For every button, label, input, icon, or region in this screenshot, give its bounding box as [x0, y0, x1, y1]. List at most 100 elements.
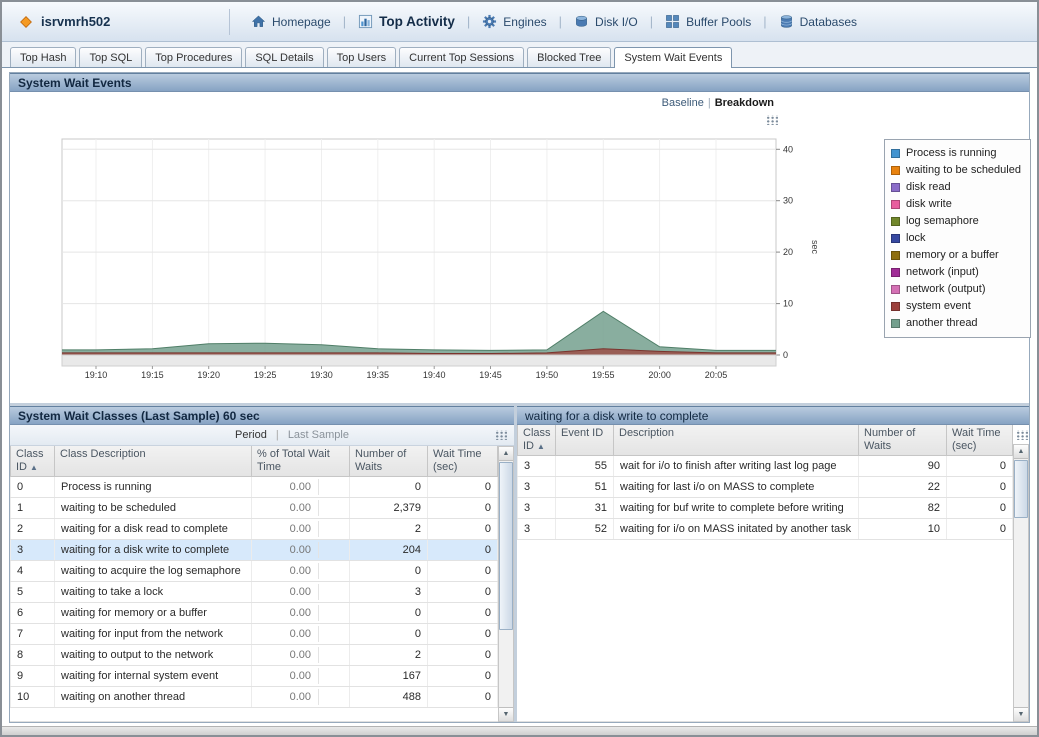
cell: 51	[556, 477, 614, 498]
table-row[interactable]: 351waiting for last i/o on MASS to compl…	[518, 477, 1013, 498]
cell: 0	[428, 645, 498, 666]
svg-text:19:15: 19:15	[141, 370, 164, 380]
scrollbar-track[interactable]	[1014, 459, 1028, 707]
legend-color-swatch	[891, 285, 900, 294]
cell: 0	[428, 561, 498, 582]
column-header-of-total-wait-time[interactable]: % of Total Wait Time	[252, 446, 350, 477]
column-header-wait-time-sec[interactable]: Wait Time (sec)	[428, 446, 498, 477]
tab-top-users[interactable]: Top Users	[327, 47, 397, 67]
tab-system-wait-events[interactable]: System Wait Events	[614, 47, 732, 68]
tab-top-sql[interactable]: Top SQL	[79, 47, 142, 67]
column-header-class-id[interactable]: Class ID▲	[518, 425, 556, 456]
scrollbar-track[interactable]	[499, 461, 513, 707]
vertical-scrollbar[interactable]: ▲ ▼	[1013, 444, 1029, 722]
column-header-number-of-waits[interactable]: Number of Waits	[350, 446, 428, 477]
scrollbar-thumb[interactable]	[1014, 460, 1028, 518]
cell: 0.00	[252, 477, 350, 498]
wait-events-area-chart: 010203040sec19:1019:1519:2019:2519:3019:…	[60, 125, 842, 387]
cell: 2	[11, 519, 55, 540]
nav-item-buffer-pools[interactable]: Buffer Pools	[654, 12, 762, 32]
table-row[interactable]: 0Process is running0.0000	[11, 477, 498, 498]
nav-item-top-activity[interactable]: Top Activity	[347, 12, 466, 32]
table-row[interactable]: 355wait for i/o to finish after writing …	[518, 456, 1013, 477]
svg-text:30: 30	[783, 196, 793, 206]
column-header-class-id[interactable]: Class ID▲	[11, 446, 55, 477]
scroll-down-button[interactable]: ▼	[499, 707, 513, 721]
legend-color-swatch	[891, 183, 900, 192]
vertical-scrollbar[interactable]: ▲ ▼	[498, 446, 514, 722]
table-options-icon[interactable]	[494, 430, 507, 440]
svg-text:sec: sec	[810, 240, 820, 255]
table-row[interactable]: 1waiting to be scheduled0.002,3790	[11, 498, 498, 519]
nav-item-label: Disk I/O	[595, 15, 638, 29]
legend-label: network (output)	[906, 281, 985, 298]
cell: 3	[518, 456, 556, 477]
cell: 0.00	[252, 666, 350, 687]
wait-events-table-area: Class ID▲Event IDDescriptionNumber of Wa…	[517, 425, 1029, 722]
wait-events-detail-panel: waiting for a disk write to complete Cla…	[517, 406, 1029, 722]
wait-classes-panel-header: System Wait Classes (Last Sample) 60 sec	[10, 406, 514, 425]
legend-color-swatch	[891, 217, 900, 226]
table-row[interactable]: 8waiting to output to the network0.0020	[11, 645, 498, 666]
scroll-down-button[interactable]: ▼	[1014, 707, 1028, 721]
table-row[interactable]: 4waiting to acquire the log semaphore0.0…	[11, 561, 498, 582]
tab-top-hash[interactable]: Top Hash	[10, 47, 76, 67]
scrollbar-column: ▲ ▼	[1013, 425, 1029, 722]
column-header-class-description[interactable]: Class Description	[55, 446, 252, 477]
scroll-up-button[interactable]: ▲	[1014, 445, 1028, 459]
tab-current-top-sessions[interactable]: Current Top Sessions	[399, 47, 524, 67]
table-row[interactable]: 9waiting for internal system event0.0016…	[11, 666, 498, 687]
nav-item-databases[interactable]: Databases	[768, 12, 868, 32]
legend-item-another-thread: another thread	[891, 315, 1021, 332]
table-row[interactable]: 352waiting for i/o on MASS initated by a…	[518, 519, 1013, 540]
table-row[interactable]: 10waiting on another thread0.004880	[11, 687, 498, 708]
tab-top-procedures[interactable]: Top Procedures	[145, 47, 242, 67]
legend-label: system event	[906, 298, 971, 315]
table-row[interactable]: 2waiting for a disk read to complete0.00…	[11, 519, 498, 540]
legend-color-swatch	[891, 302, 900, 311]
table-options-icon[interactable]	[1015, 430, 1028, 440]
cell: waiting to output to the network	[55, 645, 252, 666]
svg-text:19:45: 19:45	[479, 370, 502, 380]
column-header-number-of-waits[interactable]: Number of Waits	[859, 425, 947, 456]
cell: 0.00	[252, 582, 350, 603]
column-header-wait-time-sec[interactable]: Wait Time (sec)	[947, 425, 1013, 456]
period-value[interactable]: Last Sample	[288, 429, 349, 441]
svg-text:10: 10	[783, 299, 793, 309]
homepage-icon	[251, 14, 267, 30]
cell: 0.00	[252, 624, 350, 645]
legend-label: lock	[906, 230, 926, 247]
view-link-breakdown[interactable]: Breakdown	[711, 97, 778, 109]
table-row[interactable]: 6waiting for memory or a buffer0.0000	[11, 603, 498, 624]
table-row[interactable]: 5waiting to take a lock0.0030	[11, 582, 498, 603]
cell: 3	[518, 519, 556, 540]
nav-item-label: Buffer Pools	[686, 15, 751, 29]
chart-options-icon[interactable]	[765, 115, 778, 125]
table-toolbar: Period | Last Sample	[10, 425, 514, 446]
table-row[interactable]: 331waiting for buf write to complete bef…	[518, 498, 1013, 519]
server-title-block: isrvmrh502	[2, 9, 230, 35]
table-row[interactable]: 7waiting for input from the network0.000…	[11, 624, 498, 645]
tab-blocked-tree[interactable]: Blocked Tree	[527, 47, 611, 67]
tab-content: System Wait Events Baseline|Breakdown 01…	[9, 72, 1030, 723]
scroll-up-button[interactable]: ▲	[499, 447, 513, 461]
page-title: isrvmrh502	[41, 14, 110, 29]
view-link-baseline[interactable]: Baseline	[658, 97, 708, 109]
nav-item-label: Databases	[800, 15, 857, 29]
cell: waiting for a disk read to complete	[55, 519, 252, 540]
legend-item-network-input: network (input)	[891, 264, 1021, 281]
nav-item-homepage[interactable]: Homepage	[240, 12, 342, 32]
cell: waiting for memory or a buffer	[55, 603, 252, 624]
nav-item-disk-i-o[interactable]: Disk I/O	[563, 12, 649, 32]
column-header-description[interactable]: Description	[614, 425, 859, 456]
cell: 0	[350, 603, 428, 624]
column-header-event-id[interactable]: Event ID	[556, 425, 614, 456]
cell: 0	[947, 498, 1013, 519]
nav-item-engines[interactable]: Engines	[471, 12, 557, 32]
table-row[interactable]: 3waiting for a disk write to complete0.0…	[11, 540, 498, 561]
svg-text:19:20: 19:20	[197, 370, 220, 380]
cell: 0.00	[252, 561, 350, 582]
svg-text:19:25: 19:25	[254, 370, 277, 380]
tab-sql-details[interactable]: SQL Details	[245, 47, 323, 67]
scrollbar-thumb[interactable]	[499, 462, 513, 630]
